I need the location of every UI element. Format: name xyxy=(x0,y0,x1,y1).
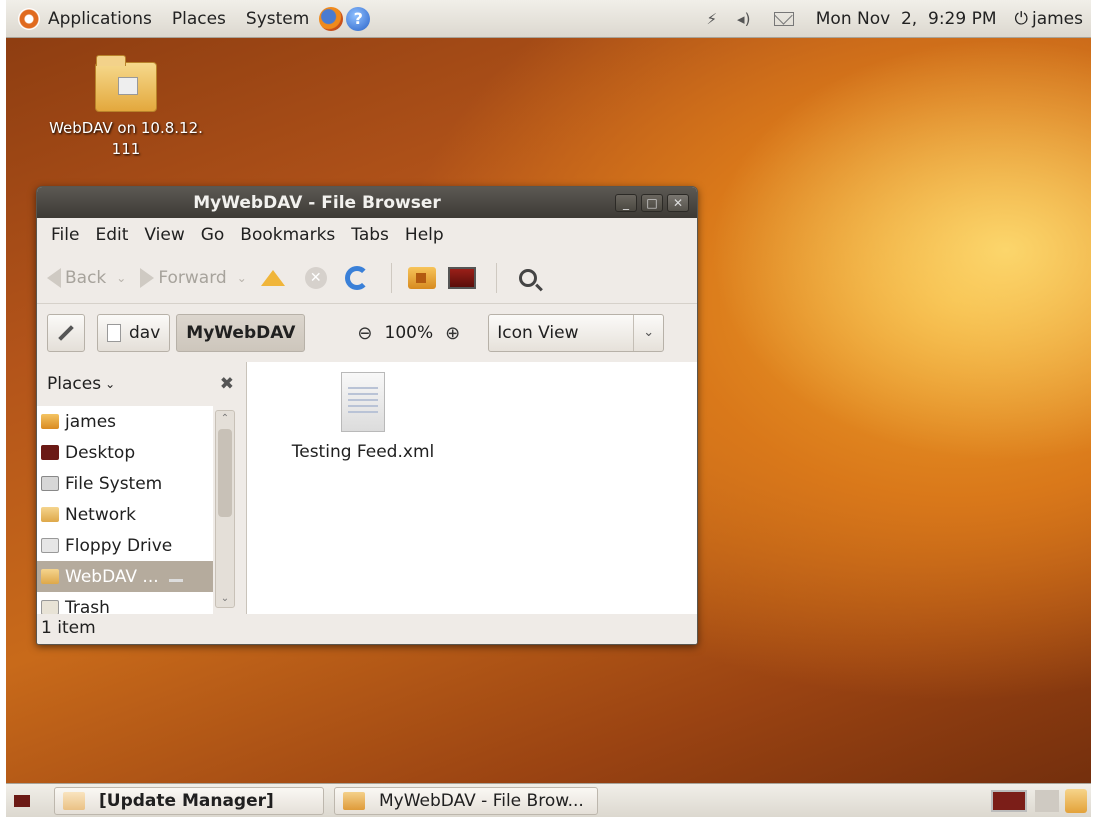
place-floppy-drive[interactable]: Floppy Drive xyxy=(37,530,213,561)
place-desktop[interactable]: Desktop xyxy=(37,437,213,468)
back-arrow-icon xyxy=(47,267,61,288)
user-switcher[interactable]: james xyxy=(1032,9,1083,29)
firefox-launcher-icon[interactable] xyxy=(319,6,344,31)
network-folder-icon xyxy=(41,569,59,584)
task-update-manager[interactable]: [Update Manager] xyxy=(54,786,324,815)
toggle-location-button[interactable] xyxy=(47,314,85,352)
eject-icon[interactable] xyxy=(168,572,183,582)
file-item[interactable]: Testing Feed.xml xyxy=(283,372,443,462)
bottom-panel: [Update Manager] MyWebDAV - File Brow... xyxy=(6,783,1091,817)
system-tray: ⚡ ◂) Mon Nov 2, 9:29 PM ⏻ james xyxy=(702,9,1091,29)
stop-icon[interactable]: ✕ xyxy=(304,266,327,289)
volume-icon[interactable]: ◂) xyxy=(734,10,754,28)
window-title: MyWebDAV - File Browser xyxy=(193,192,441,213)
places-header[interactable]: Places ⌄ ✖ xyxy=(37,362,246,406)
file-browser-window: MyWebDAV - File Browser _ □ ✕ File Edit … xyxy=(36,186,698,645)
workspace-switcher-1[interactable] xyxy=(991,789,1027,812)
home-folder-icon[interactable] xyxy=(407,266,436,289)
reload-icon[interactable] xyxy=(344,265,369,290)
menubar: File Edit View Go Bookmarks Tabs Help xyxy=(37,218,697,252)
chevron-down-icon[interactable]: ⌄ xyxy=(116,271,126,285)
update-manager-icon xyxy=(63,791,85,810)
show-desktop-icon[interactable] xyxy=(14,794,30,807)
scroll-up-icon[interactable]: ⌃ xyxy=(216,411,234,427)
menu-go[interactable]: Go xyxy=(201,225,225,245)
menu-system[interactable]: System xyxy=(246,9,309,29)
close-sidebar-icon[interactable]: ✖ xyxy=(220,374,234,394)
up-arrow-icon[interactable] xyxy=(260,269,285,286)
menu-view[interactable]: View xyxy=(144,225,184,245)
place-network[interactable]: Network xyxy=(37,499,213,530)
menu-bookmarks[interactable]: Bookmarks xyxy=(240,225,335,245)
menu-tabs[interactable]: Tabs xyxy=(351,225,389,245)
maximize-button[interactable]: □ xyxy=(641,193,663,212)
chevron-down-icon[interactable]: ⌄ xyxy=(237,271,247,285)
floppy-icon xyxy=(41,538,59,553)
menu-edit[interactable]: Edit xyxy=(95,225,128,245)
file-view[interactable]: Testing Feed.xml xyxy=(247,362,697,614)
folder-icon xyxy=(343,791,365,810)
breadcrumb-dav[interactable]: dav xyxy=(97,314,171,352)
network-folder-icon xyxy=(95,55,157,112)
trash-icon xyxy=(41,600,59,614)
chevron-down-icon: ⌄ xyxy=(633,315,663,351)
view-mode-select[interactable]: Icon View ⌄ xyxy=(488,314,665,352)
content-area: Places ⌄ ✖ james Desktop File System Netw… xyxy=(37,362,697,614)
desktop-icon xyxy=(41,445,59,460)
sidebar-scrollbar[interactable]: ⌃ ⌄ xyxy=(215,410,235,608)
place-trash[interactable]: Trash xyxy=(37,592,213,614)
zoom-out-icon[interactable]: ⊖ xyxy=(357,323,372,344)
close-button[interactable]: ✕ xyxy=(667,193,689,212)
zoom-level[interactable]: 100% xyxy=(385,323,434,343)
workspace-switcher-2[interactable] xyxy=(1035,789,1059,812)
status-bar: 1 item xyxy=(37,614,697,644)
mail-icon[interactable] xyxy=(773,11,794,26)
file-name: Testing Feed.xml xyxy=(291,442,435,462)
window-titlebar[interactable]: MyWebDAV - File Browser _ □ ✕ xyxy=(37,187,697,218)
menu-file[interactable]: File xyxy=(51,225,79,245)
desktop-icon-webdav[interactable]: WebDAV on 10.8.12. 111 xyxy=(26,55,226,160)
computer-icon[interactable] xyxy=(447,266,476,289)
network-folder-icon xyxy=(41,507,59,522)
home-icon xyxy=(41,414,59,429)
desktop-icon-label: WebDAV on 10.8.12. 111 xyxy=(49,119,203,158)
xml-file-icon xyxy=(341,372,385,432)
scroll-down-icon[interactable]: ⌄ xyxy=(216,591,234,607)
scrollbar-thumb[interactable] xyxy=(218,429,232,517)
top-panel: Applications Places System ? ⚡ ◂) Mon No… xyxy=(6,0,1091,38)
place-webdav[interactable]: WebDAV ... xyxy=(37,561,213,592)
search-icon[interactable] xyxy=(518,268,537,287)
zoom-control: ⊖ 100% ⊕ xyxy=(345,323,472,344)
menu-help[interactable]: Help xyxy=(405,225,444,245)
menu-places[interactable]: Places xyxy=(172,9,226,29)
drive-icon xyxy=(41,476,59,491)
pencil-icon xyxy=(58,325,74,341)
places-sidebar: Places ⌄ ✖ james Desktop File System Netw… xyxy=(37,362,247,614)
help-launcher-icon[interactable]: ? xyxy=(346,6,371,31)
place-james[interactable]: james xyxy=(37,406,213,437)
zoom-in-icon[interactable]: ⊕ xyxy=(445,323,460,344)
ubuntu-logo-icon[interactable] xyxy=(18,7,40,30)
clock[interactable]: Mon Nov 2, 9:29 PM xyxy=(816,9,997,29)
places-list: james Desktop File System Network Floppy… xyxy=(37,406,213,614)
breadcrumb-mywebdav[interactable]: MyWebDAV xyxy=(176,314,306,352)
desktop-screen: Applications Places System ? ⚡ ◂) Mon No… xyxy=(6,0,1091,817)
task-file-browser[interactable]: MyWebDAV - File Brow... xyxy=(334,786,598,815)
back-button[interactable]: Back ⌄ xyxy=(47,267,126,288)
menu-applications[interactable]: Applications xyxy=(48,9,152,29)
forward-arrow-icon xyxy=(140,267,155,288)
trash-applet-icon[interactable] xyxy=(1065,788,1087,813)
toolbar: Back ⌄ Forward ⌄ ✕ xyxy=(37,252,697,304)
place-file-system[interactable]: File System xyxy=(37,468,213,499)
folder-icon xyxy=(107,324,121,342)
power-icon[interactable]: ⏻ xyxy=(1015,9,1028,29)
minimize-button[interactable]: _ xyxy=(615,193,637,212)
forward-button[interactable]: Forward ⌄ xyxy=(140,267,247,288)
location-bar: dav MyWebDAV ⊖ 100% ⊕ Icon View ⌄ xyxy=(37,304,697,362)
network-icon[interactable]: ⚡ xyxy=(702,10,722,28)
